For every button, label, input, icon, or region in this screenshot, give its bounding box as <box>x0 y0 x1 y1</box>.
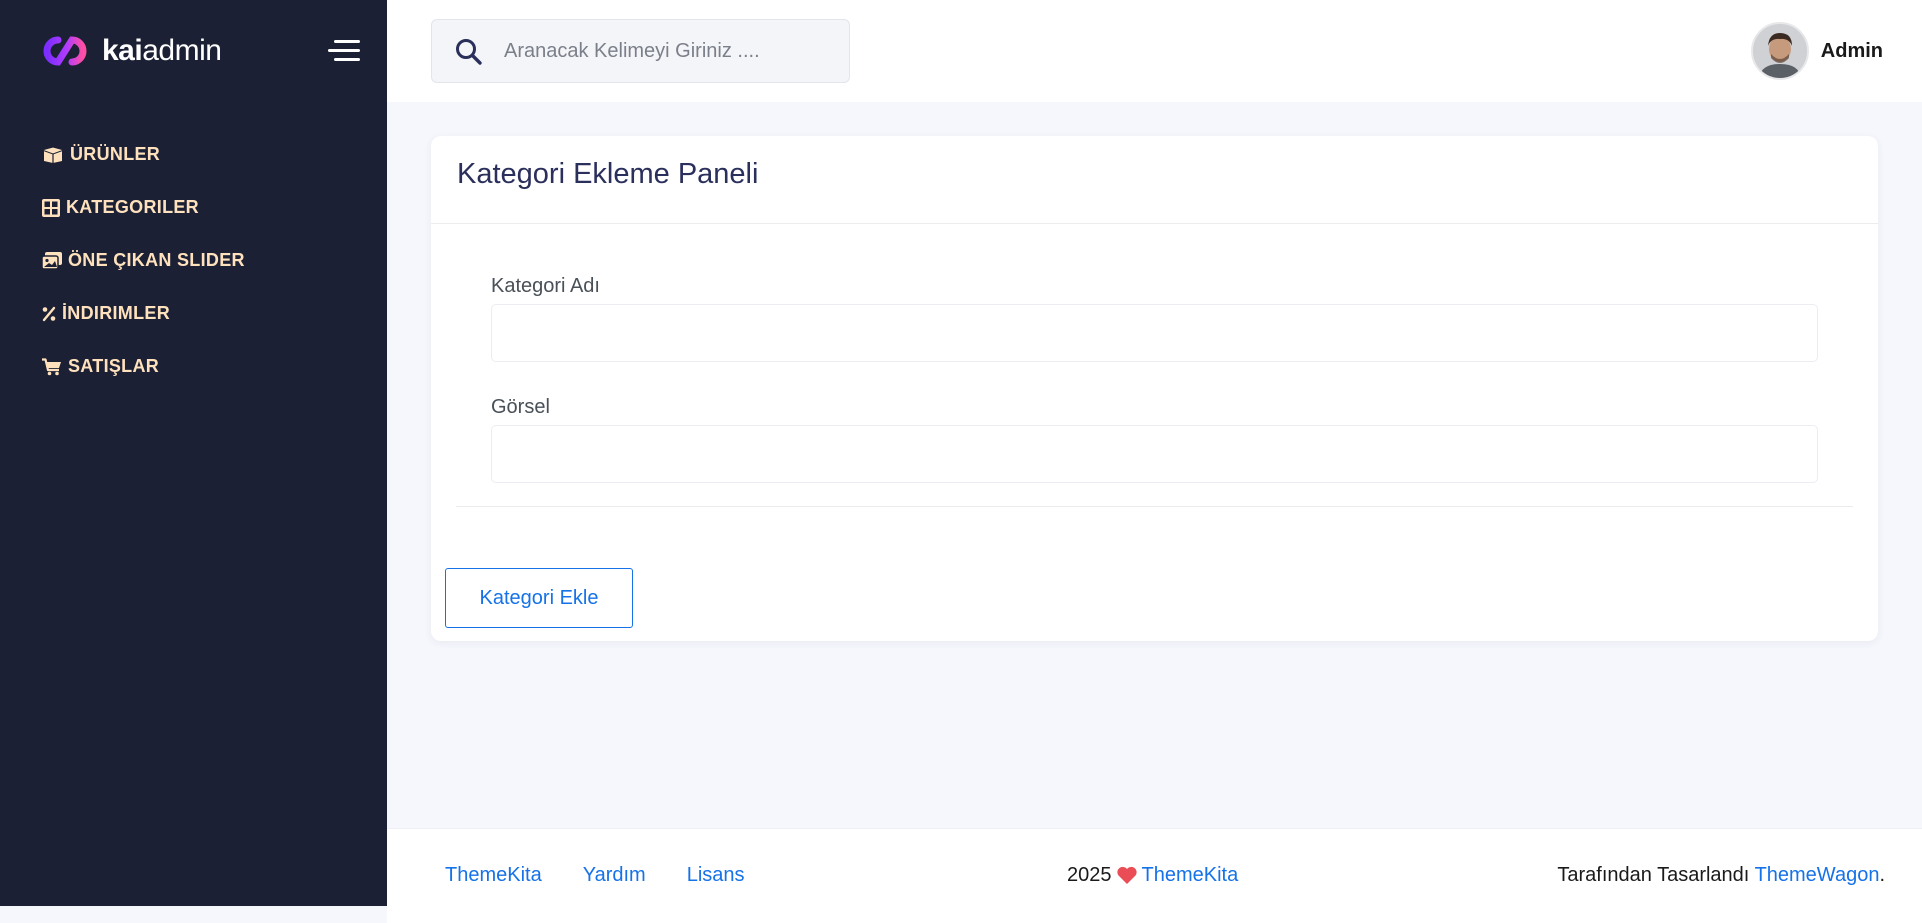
search-icon[interactable] <box>454 37 484 67</box>
card-divider <box>456 506 1853 507</box>
sidebar-item-satislar[interactable]: SATIŞLAR <box>42 340 245 393</box>
category-name-group: Kategori Adı <box>491 275 1818 362</box>
category-name-label: Kategori Adı <box>491 275 600 297</box>
card-header: Kategori Ekleme Paneli <box>431 136 1878 224</box>
add-category-button[interactable]: Kategori Ekle <box>445 568 633 628</box>
footer-year: 2025 <box>1067 864 1112 886</box>
logo-mark-icon <box>43 36 87 66</box>
user-name: Admin <box>1820 39 1883 62</box>
sidebar-item-kategoriler[interactable]: KATEGORILER <box>42 181 245 234</box>
footer-credit-text: Tarafından Tasarlandı <box>1557 864 1750 886</box>
sidebar-item-one-cikan-slider[interactable]: ÖNE ÇIKAN SLIDER <box>42 234 245 287</box>
image-input[interactable] <box>491 425 1818 483</box>
user-menu[interactable]: Admin <box>1750 22 1883 80</box>
sidebar-item-label: ÜRÜNLER <box>70 144 161 164</box>
footer-copyright: 2025 ThemeKita <box>1067 864 1238 887</box>
user-avatar-icon <box>1752 24 1807 78</box>
shopping-cart-icon <box>42 357 61 375</box>
image-label: Görsel <box>491 396 550 418</box>
footer-link-themekita[interactable]: ThemeKita <box>445 864 542 887</box>
sidebar-item-urunler[interactable]: ÜRÜNLER <box>42 128 245 181</box>
sidebar-item-label: İNDIRIMLER <box>62 303 170 323</box>
footer-link-themewagon[interactable]: ThemeWagon <box>1755 864 1880 886</box>
brand-logo[interactable]: kaiadmin <box>36 30 222 72</box>
footer-link-lisans[interactable]: Lisans <box>687 864 745 887</box>
search-input[interactable] <box>504 20 834 82</box>
menu-toggle-icon[interactable] <box>328 38 360 64</box>
search-box <box>431 19 850 83</box>
heart-icon <box>1116 866 1137 884</box>
category-form-card: Kategori Ekleme Paneli Kategori Adı Görs… <box>431 136 1878 641</box>
avatar[interactable] <box>1750 22 1809 80</box>
category-name-input[interactable] <box>491 304 1818 362</box>
footer-links: ThemeKita Yardım Lisans <box>445 864 786 887</box>
footer-link-themekita-center[interactable]: ThemeKita <box>1142 864 1239 887</box>
sidebar-item-indirimler[interactable]: İNDIRIMLER <box>42 287 245 340</box>
footer-suffix: . <box>1879 864 1885 886</box>
sidebar-nav: ÜRÜNLER KATEGORILER ÖNE ÇIKAN SLIDER İND… <box>42 128 245 393</box>
image-group: Görsel <box>491 396 1818 483</box>
page-title: Kategori Ekleme Paneli <box>457 158 759 190</box>
sidebar-item-label: ÖNE ÇIKAN SLIDER <box>68 250 245 270</box>
brand-name: kaiadmin <box>102 34 222 67</box>
grid-table-icon <box>42 198 60 217</box>
percent-icon <box>42 306 56 321</box>
images-icon <box>42 251 62 270</box>
sidebar-item-label: SATIŞLAR <box>68 356 160 376</box>
sidebar-item-label: KATEGORILER <box>66 197 199 217</box>
footer-link-yardim[interactable]: Yardım <box>583 864 646 887</box>
top-navbar: Admin <box>387 0 1922 102</box>
footer: ThemeKita Yardım Lisans 2025 ThemeKita T… <box>387 828 1922 923</box>
footer-credit: Tarafından Tasarlandı ThemeWagon. <box>1557 864 1885 887</box>
sidebar: kaiadmin ÜRÜNLER KATEGORILER ÖNE ÇIKAN S… <box>0 0 387 906</box>
box-open-icon <box>42 145 64 163</box>
